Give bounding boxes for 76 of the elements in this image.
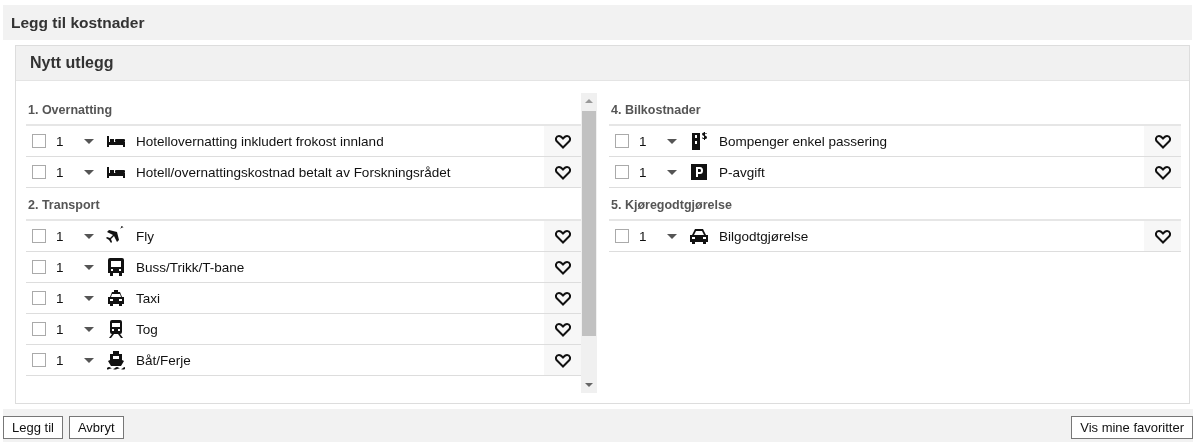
favorite-button[interactable]: [544, 252, 581, 282]
quantity-value: 1: [56, 228, 65, 244]
quantity-value: 1: [56, 352, 65, 368]
heart-icon: [554, 290, 571, 306]
favorite-button[interactable]: [544, 314, 581, 344]
expense-type-label: Hotellovernatting inkludert frokost innland: [136, 133, 385, 149]
quantity-value: 1: [639, 228, 648, 244]
heart-icon: [554, 133, 571, 149]
caret-icon[interactable]: [667, 169, 677, 175]
quantity-value: 1: [639, 164, 648, 180]
favorite-button[interactable]: [544, 221, 581, 251]
page-title: Legg til kostnader: [11, 13, 145, 32]
quantity-value: 1: [639, 133, 648, 149]
section-heading: 5. Kjøregodtgjørelse: [609, 188, 1181, 221]
caret-icon[interactable]: [84, 169, 94, 175]
caret-icon[interactable]: [84, 357, 94, 363]
airplane-icon: [106, 226, 126, 246]
checkbox[interactable]: [32, 353, 46, 367]
favorite-button[interactable]: [544, 345, 581, 375]
train-icon: [106, 319, 126, 339]
quantity-value: 1: [56, 259, 65, 275]
quantity-value: 1: [56, 321, 65, 337]
bus-icon: [106, 257, 126, 277]
checkbox[interactable]: [32, 322, 46, 336]
caret-icon[interactable]: [84, 264, 94, 270]
expense-type-label: Bilgodtgjørelse: [719, 228, 810, 244]
caret-icon[interactable]: [84, 326, 94, 332]
expense-type-label: Tog: [136, 321, 159, 337]
car-icon: [689, 226, 709, 246]
toll-gate-icon: [689, 131, 709, 151]
checkbox[interactable]: [32, 260, 46, 274]
expense-type-label: Taxi: [136, 290, 161, 306]
expense-type-label: P-avgift: [719, 164, 766, 180]
expense-type-label: Fly: [136, 228, 155, 244]
caret-icon[interactable]: [667, 138, 677, 144]
quantity-value: 1: [56, 164, 65, 180]
scrollbar[interactable]: [581, 93, 597, 393]
heart-icon: [554, 228, 571, 244]
favorite-button[interactable]: [1144, 221, 1181, 251]
checkbox[interactable]: [615, 165, 629, 179]
taxi-icon: [106, 288, 126, 308]
caret-icon[interactable]: [84, 295, 94, 301]
heart-icon: [1154, 133, 1171, 149]
boat-icon: [106, 350, 126, 370]
footer-button[interactable]: Avbryt: [68, 416, 124, 439]
heart-icon: [554, 259, 571, 275]
caret-icon[interactable]: [667, 233, 677, 239]
favorite-button[interactable]: [544, 157, 581, 187]
heart-icon: [554, 321, 571, 337]
heart-icon: [1154, 164, 1171, 180]
heart-icon: [554, 352, 571, 368]
expense-type-label: Buss/Trikk/T-bane: [136, 259, 246, 275]
show-favorites-button[interactable]: Vis mine favoritter: [1071, 416, 1193, 439]
section-heading: 4. Bilkostnader: [609, 93, 1181, 126]
checkbox[interactable]: [32, 229, 46, 243]
expense-type-label: Båt/Ferje: [136, 352, 192, 368]
footer-button[interactable]: Legg til: [3, 416, 63, 439]
checkbox[interactable]: [32, 291, 46, 305]
checkbox[interactable]: [615, 229, 629, 243]
heart-icon: [554, 164, 571, 180]
heart-icon: [1154, 228, 1171, 244]
expense-type-label: Bompenger enkel passering: [719, 133, 889, 149]
caret-icon[interactable]: [84, 233, 94, 239]
caret-icon[interactable]: [84, 138, 94, 144]
checkbox[interactable]: [615, 134, 629, 148]
panel-title: Nytt utlegg: [30, 54, 114, 72]
favorite-button[interactable]: [544, 283, 581, 313]
quantity-value: 1: [56, 290, 65, 306]
checkbox[interactable]: [32, 134, 46, 148]
parking-sign-icon: [689, 162, 709, 182]
checkbox[interactable]: [32, 165, 46, 179]
favorite-button[interactable]: [544, 126, 581, 156]
quantity-value: 1: [56, 133, 65, 149]
expense-type-label: Hotell/overnattingskostnad betalt av Forskningsrådet: [136, 164, 452, 180]
favorite-button[interactable]: [1144, 126, 1181, 156]
favorite-button[interactable]: [1144, 157, 1181, 187]
